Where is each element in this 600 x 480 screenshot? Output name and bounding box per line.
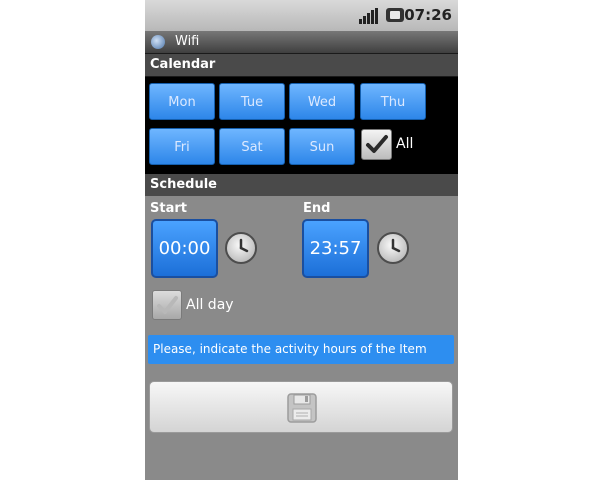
day-fri-button[interactable]: Fri [149,128,215,165]
app-icon [151,35,165,49]
schedule-section: Start 00:00 End 23:57 All day Please, in… [145,196,458,480]
checkmark-icon [366,135,388,153]
start-label: Start [150,201,187,216]
day-mon-button[interactable]: Mon [149,83,215,120]
battery-icon [386,8,404,22]
day-sun-button[interactable]: Sun [289,128,355,165]
start-time-button[interactable]: 00:00 [151,219,218,278]
day-tue-button[interactable]: Tue [219,83,285,120]
signal-icon [359,8,379,24]
calendar-header-label: Calendar [150,57,216,72]
phone-screen: 07:26 Wifi Calendar Mon Tue Wed Thu Fri … [145,0,458,480]
schedule-header: Schedule [145,174,458,196]
info-message: Please, indicate the activity hours of t… [148,335,454,364]
status-time: 07:26 [404,6,452,24]
schedule-header-label: Schedule [150,177,217,192]
calendar-section: Mon Tue Wed Thu Fri Sat Sun All [145,77,458,174]
day-wed-button[interactable]: Wed [289,83,355,120]
all-days-label: All [396,136,414,152]
checkmark-icon [157,296,178,314]
end-label: End [303,201,331,216]
all-day-checkbox[interactable] [152,290,182,320]
save-button[interactable] [149,381,453,433]
title-bar: Wifi [145,31,458,53]
start-clock-icon[interactable] [225,232,257,264]
all-days-checkbox[interactable] [361,129,392,160]
end-time-button[interactable]: 23:57 [302,219,369,278]
day-thu-button[interactable]: Thu [360,83,426,120]
save-icon [287,393,317,423]
all-day-label: All day [186,297,234,313]
app-title: Wifi [175,34,200,49]
end-clock-icon[interactable] [377,232,409,264]
calendar-header: Calendar [145,54,458,76]
status-bar: 07:26 [145,0,458,31]
day-sat-button[interactable]: Sat [219,128,285,165]
